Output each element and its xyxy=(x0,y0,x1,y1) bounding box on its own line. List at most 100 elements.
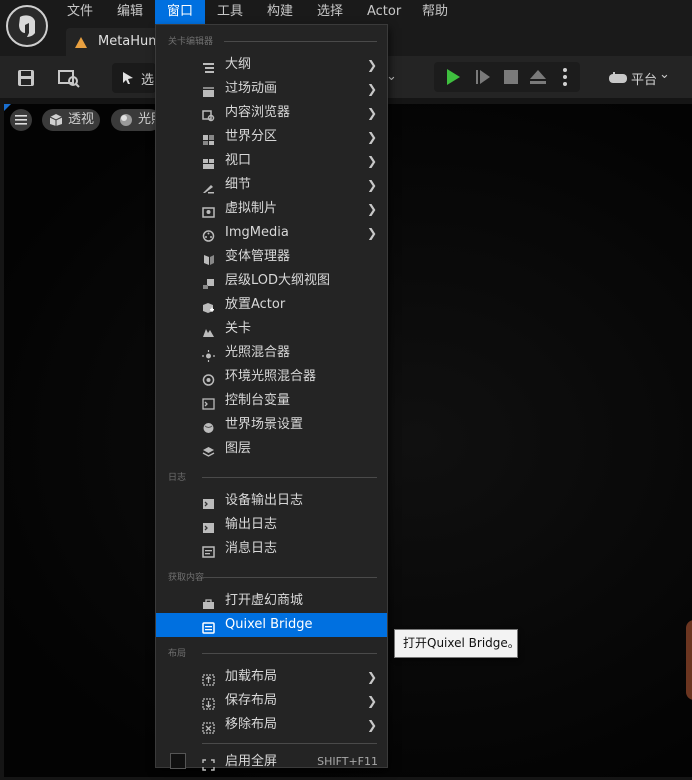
menu-item-world-partition[interactable]: 世界分区 ❯ xyxy=(156,125,387,149)
chevron-right-icon: ❯ xyxy=(366,154,377,168)
chevron-right-icon: ❯ xyxy=(366,130,377,144)
menu-item-remove-layout[interactable]: 移除布局 ❯ xyxy=(156,713,387,737)
menu-item-label: Quixel Bridge xyxy=(225,617,313,632)
levels-icon xyxy=(202,323,215,337)
menu-item-place-actor[interactable]: 放置Actor xyxy=(156,293,387,317)
unreal-logo[interactable] xyxy=(6,5,48,47)
img-media-icon xyxy=(202,227,215,242)
menu-item-fullscreen[interactable]: 启用全屏 SHIFT+F11 xyxy=(156,750,387,774)
menu-item-label: 大纲 xyxy=(225,57,252,72)
menu-section-header: 日志 xyxy=(168,473,187,483)
menu-tools[interactable]: 工具 xyxy=(205,0,255,24)
menu-section-divider xyxy=(202,743,377,744)
menu-item-img-media[interactable]: ImgMedia ❯ xyxy=(156,221,387,245)
document-tab[interactable]: MetaHuma xyxy=(66,28,166,56)
perspective-button[interactable]: 透视 xyxy=(42,109,100,131)
viewport-figure-edge xyxy=(686,620,692,700)
menu-item-save-layout[interactable]: 保存布局 ❯ xyxy=(156,689,387,713)
menu-item-console-variables[interactable]: 控制台变量 xyxy=(156,389,387,413)
menu-item-message-log[interactable]: 消息日志 xyxy=(156,537,387,561)
menu-item-details[interactable]: 细节 ❯ xyxy=(156,173,387,197)
platform-label: 平台 xyxy=(631,73,658,88)
menu-item-content-browser[interactable]: 内容浏览器 ❯ xyxy=(156,101,387,125)
hamburger-icon xyxy=(15,115,27,125)
menu-item-label: 关卡 xyxy=(225,321,252,336)
quixel-bridge-icon xyxy=(202,619,215,634)
light-mixer-icon xyxy=(202,347,215,362)
menu-item-label: 消息日志 xyxy=(225,541,278,556)
menu-item-label: 设备输出日志 xyxy=(225,493,304,508)
menu-item-cinematics[interactable]: 过场动画 ❯ xyxy=(156,77,387,101)
menu-window[interactable]: 窗口 xyxy=(155,0,206,24)
menu-item-levels[interactable]: 关卡 xyxy=(156,317,387,341)
viewport-corner-marker xyxy=(4,104,11,111)
variant-manager-icon xyxy=(202,251,215,265)
menu-item-hlod-outliner[interactable]: 层级LOD大纲视图 xyxy=(156,269,387,293)
menu-edit[interactable]: 编辑 xyxy=(105,0,155,24)
menu-item-env-light-mixer[interactable]: 环境光照混合器 xyxy=(156,365,387,389)
content-browser-button[interactable] xyxy=(54,64,84,92)
viewport-menu-button[interactable] xyxy=(10,109,32,131)
menu-item-quixel-bridge[interactable]: Quixel Bridge xyxy=(156,613,387,637)
menu-item-viewport[interactable]: 视口 ❯ xyxy=(156,149,387,173)
stop-button[interactable] xyxy=(498,64,524,90)
menu-item-label: 保存布局 xyxy=(225,693,278,708)
device-log-icon xyxy=(202,495,215,509)
menu-help[interactable]: 帮助 xyxy=(410,0,460,24)
menu-item-light-mixer[interactable]: 光照混合器 xyxy=(156,341,387,365)
load-layout-icon xyxy=(202,671,215,686)
menu-item-device-log[interactable]: 设备输出日志 xyxy=(156,489,387,513)
remove-layout-icon xyxy=(202,719,215,734)
output-log-icon xyxy=(202,519,215,533)
menu-item-marketplace[interactable]: 打开虚幻商城 xyxy=(156,589,387,613)
step-button[interactable] xyxy=(470,64,496,90)
menu-build[interactable]: 构建 xyxy=(255,0,305,24)
shortcut-label: SHIFT+F11 xyxy=(317,755,378,768)
stop-icon xyxy=(504,70,518,84)
chevron-right-icon: ❯ xyxy=(366,718,377,732)
menu-item-label: 图层 xyxy=(225,441,252,456)
cursor-icon xyxy=(123,72,133,84)
platform-button[interactable]: 平台 ⌄ xyxy=(600,64,680,92)
world-settings-icon xyxy=(202,419,215,433)
menu-bar: 文件 编辑 窗口 工具 构建 选择 Actor 帮助 xyxy=(0,0,692,24)
menu-item-label: 变体管理器 xyxy=(225,249,291,264)
gamepad-icon xyxy=(609,72,627,83)
perspective-label: 透视 xyxy=(68,112,95,127)
marketplace-icon xyxy=(202,595,215,609)
eject-button[interactable] xyxy=(525,64,551,90)
fullscreen-checkbox[interactable] xyxy=(170,753,186,769)
content-browser-icon xyxy=(202,107,215,122)
menu-section-divider xyxy=(224,41,377,42)
menu-item-label: 移除布局 xyxy=(225,717,278,732)
menu-item-load-layout[interactable]: 加载布局 ❯ xyxy=(156,665,387,689)
cinematics-icon xyxy=(202,83,215,97)
menu-item-outliner[interactable]: 大纲 ❯ xyxy=(156,53,387,77)
place-actor-icon xyxy=(202,299,215,313)
menu-actor[interactable]: Actor xyxy=(355,0,413,24)
console-variables-icon xyxy=(202,395,215,410)
save-icon xyxy=(18,70,34,86)
save-layout-icon xyxy=(202,695,215,710)
menu-item-label: 虚拟制片 xyxy=(225,201,278,216)
lighting-mode-button[interactable]: 光照 xyxy=(111,109,161,131)
content-browser-icon xyxy=(58,70,80,88)
menu-item-virtual-production[interactable]: 虚拟制片 ❯ xyxy=(156,197,387,221)
chevron-right-icon: ❯ xyxy=(366,226,377,240)
menu-item-label: 细节 xyxy=(225,177,252,192)
menu-item-layers[interactable]: 图层 xyxy=(156,437,387,461)
menu-file[interactable]: 文件 xyxy=(55,0,105,24)
select-mode-button[interactable]: 选 xyxy=(112,63,156,93)
menu-item-label: 内容浏览器 xyxy=(225,105,291,120)
menu-section-header: 获取内容 xyxy=(168,573,205,583)
virtual-production-icon xyxy=(202,203,215,218)
play-options-button[interactable] xyxy=(556,64,574,90)
menu-item-variant-manager[interactable]: 变体管理器 xyxy=(156,245,387,269)
hlod-outliner-icon xyxy=(202,275,215,289)
save-button[interactable] xyxy=(12,64,40,92)
menu-item-output-log[interactable]: 输出日志 xyxy=(156,513,387,537)
layers-icon xyxy=(202,443,215,457)
menu-select[interactable]: 选择 xyxy=(305,0,355,24)
play-button[interactable] xyxy=(440,64,466,90)
menu-item-world-settings[interactable]: 世界场景设置 xyxy=(156,413,387,437)
